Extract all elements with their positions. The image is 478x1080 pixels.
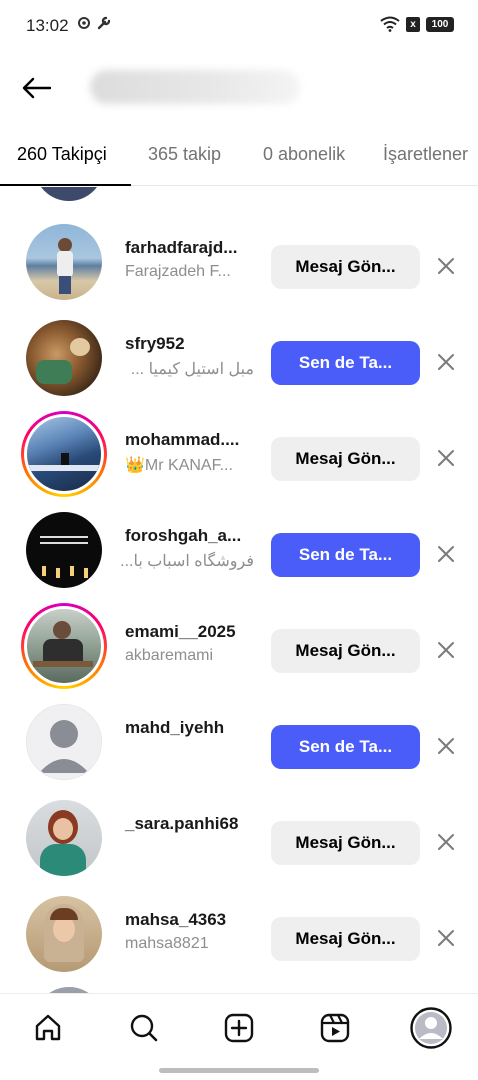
full-name: مبل استیل کیمیا ...	[130, 361, 254, 378]
arrow-left-icon	[22, 77, 52, 99]
close-icon	[438, 546, 454, 562]
full-name: akbaremami	[125, 647, 214, 664]
close-icon	[438, 738, 454, 754]
home-icon	[35, 1014, 61, 1041]
follow-back-button[interactable]: Sen de Ta...	[271, 341, 420, 385]
settings-gear-icon	[78, 17, 90, 29]
nav-profile[interactable]	[410, 1007, 452, 1049]
status-right-icons: x 100	[380, 16, 454, 32]
list-item[interactable]: farhadfarajd... Farajzadeh F... Mesaj Gö…	[0, 213, 478, 309]
username[interactable]: farhadfarajd...	[125, 238, 237, 258]
person-placeholder-icon	[39, 720, 89, 773]
list-item[interactable]: emami__2025 akbaremami Mesaj Gön...	[0, 597, 478, 693]
remove-follower-button[interactable]	[432, 828, 460, 856]
tab-subscriptions[interactable]: 0 abonelik	[263, 144, 345, 165]
remove-follower-button[interactable]	[432, 348, 460, 376]
username[interactable]: emami__2025	[125, 622, 236, 642]
tab-bar: 260 Takipçi 365 takip 0 abonelik İşaretl…	[0, 130, 478, 186]
follow-back-button[interactable]: Sen de Ta...	[271, 533, 420, 577]
bottom-navigation	[0, 993, 478, 1080]
wifi-icon	[380, 16, 400, 32]
username[interactable]: foroshgah_a...	[125, 526, 241, 546]
close-icon	[438, 642, 454, 658]
message-button[interactable]: Mesaj Gön...	[271, 917, 420, 961]
list-item[interactable]: mahsa_4363 mahsa8821 Mesaj Gön...	[0, 885, 478, 981]
avatar[interactable]	[26, 800, 102, 876]
list-item[interactable]: mohammad.... 👑Mr KANAF... Mesaj Gön...	[0, 405, 478, 501]
username[interactable]: sfry952	[125, 334, 185, 354]
header	[0, 52, 478, 122]
reels-icon	[320, 1013, 350, 1043]
back-button[interactable]	[16, 68, 56, 108]
follower-list[interactable]: farhadfarajd... Farajzadeh F... Mesaj Gö…	[0, 187, 478, 993]
tab-followers[interactable]: 260 Takipçi	[17, 144, 107, 165]
profile-icon	[410, 1007, 452, 1049]
full-name: 👑Mr KANAF...	[125, 457, 233, 474]
remove-follower-button[interactable]	[432, 732, 460, 760]
close-icon	[438, 834, 454, 850]
remove-follower-button[interactable]	[432, 636, 460, 664]
message-button[interactable]: Mesaj Gön...	[271, 629, 420, 673]
username[interactable]: mahsa_4363	[125, 910, 226, 930]
nav-home[interactable]	[28, 1008, 68, 1048]
status-time: 13:02	[26, 16, 69, 35]
avatar[interactable]	[26, 224, 102, 300]
blurred-profile-name	[90, 70, 300, 104]
message-button[interactable]: Mesaj Gön...	[271, 821, 420, 865]
full-name: mahsa8821	[125, 935, 209, 952]
full-name: فروشگاه اسباب با...	[120, 553, 254, 570]
avatar[interactable]	[26, 896, 102, 972]
list-item[interactable]: sfry952 مبل استیل کیمیا ... Sen de Ta...	[0, 309, 478, 405]
close-icon	[438, 354, 454, 370]
partial-avatar-top	[34, 187, 104, 201]
message-button[interactable]: Mesaj Gön...	[271, 245, 420, 289]
active-tab-indicator	[0, 184, 131, 186]
username[interactable]: _sara.panhi68	[125, 814, 238, 834]
remove-follower-button[interactable]	[432, 540, 460, 568]
message-button[interactable]: Mesaj Gön...	[271, 437, 420, 481]
nav-create[interactable]	[219, 1008, 259, 1048]
username[interactable]: mohammad....	[125, 430, 239, 450]
nav-reels[interactable]	[315, 1008, 355, 1048]
follow-back-button[interactable]: Sen de Ta...	[271, 725, 420, 769]
username[interactable]: mahd_iyehh	[125, 718, 224, 738]
status-bar: 13:02 x 100	[0, 0, 478, 52]
tab-following[interactable]: 365 takip	[148, 144, 221, 165]
close-icon	[438, 258, 454, 274]
wrench-icon	[97, 16, 111, 30]
remove-follower-button[interactable]	[432, 924, 460, 952]
default-avatar[interactable]	[26, 704, 102, 780]
remove-follower-button[interactable]	[432, 444, 460, 472]
list-item[interactable]: mahd_iyehh Sen de Ta...	[0, 693, 478, 789]
avatar-with-story-ring[interactable]	[21, 603, 107, 689]
nav-search[interactable]	[124, 1008, 164, 1048]
close-icon	[438, 450, 454, 466]
avatar[interactable]	[26, 512, 102, 588]
battery-indicator: 100	[426, 16, 454, 32]
home-indicator-bar	[159, 1068, 319, 1073]
no-sim-icon: x	[406, 16, 420, 32]
remove-follower-button[interactable]	[432, 252, 460, 280]
full-name: Farajzadeh F...	[125, 263, 231, 280]
list-item[interactable]: foroshgah_a... فروشگاه اسباب با... Sen d…	[0, 501, 478, 597]
list-item[interactable]: _sara.panhi68 Mesaj Gön...	[0, 789, 478, 885]
status-left-icons	[76, 15, 112, 31]
close-icon	[438, 930, 454, 946]
tab-flagged[interactable]: İşaretlener	[383, 144, 468, 165]
create-icon	[224, 1013, 254, 1043]
avatar[interactable]	[26, 320, 102, 396]
avatar-with-story-ring[interactable]	[21, 411, 107, 497]
search-icon	[130, 1014, 158, 1042]
